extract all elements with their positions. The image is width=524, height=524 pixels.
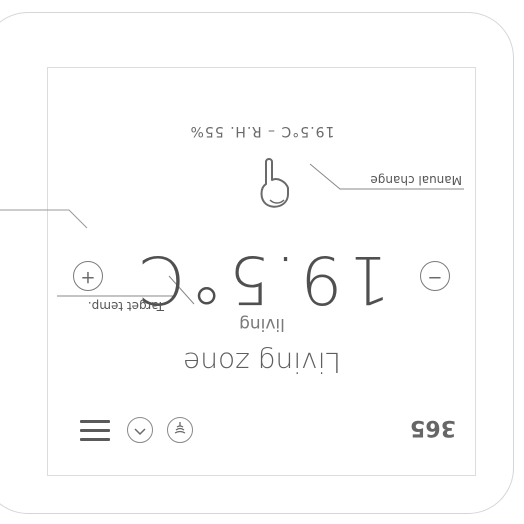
target-temp-label: Target temp.	[87, 299, 164, 313]
hamburger-menu-icon[interactable]	[80, 419, 110, 441]
thermostat-device: 19.5°C – R.H. 55% Manual change + − 19.5…	[0, 0, 524, 524]
brand-logo: 365	[406, 415, 460, 442]
heat-waves-icon[interactable]	[167, 417, 193, 443]
zone-name: Living zone	[183, 346, 341, 379]
status-readout: 19.5°C – R.H. 55%	[189, 123, 335, 139]
manual-change-label: Manual change	[370, 173, 462, 187]
svg-text:365: 365	[410, 416, 456, 440]
zone-subtitle: living	[239, 314, 285, 334]
pointing-hand-icon	[260, 158, 289, 208]
clock-schedule-icon[interactable]	[127, 417, 153, 443]
external-pointer-line	[0, 209, 88, 229]
